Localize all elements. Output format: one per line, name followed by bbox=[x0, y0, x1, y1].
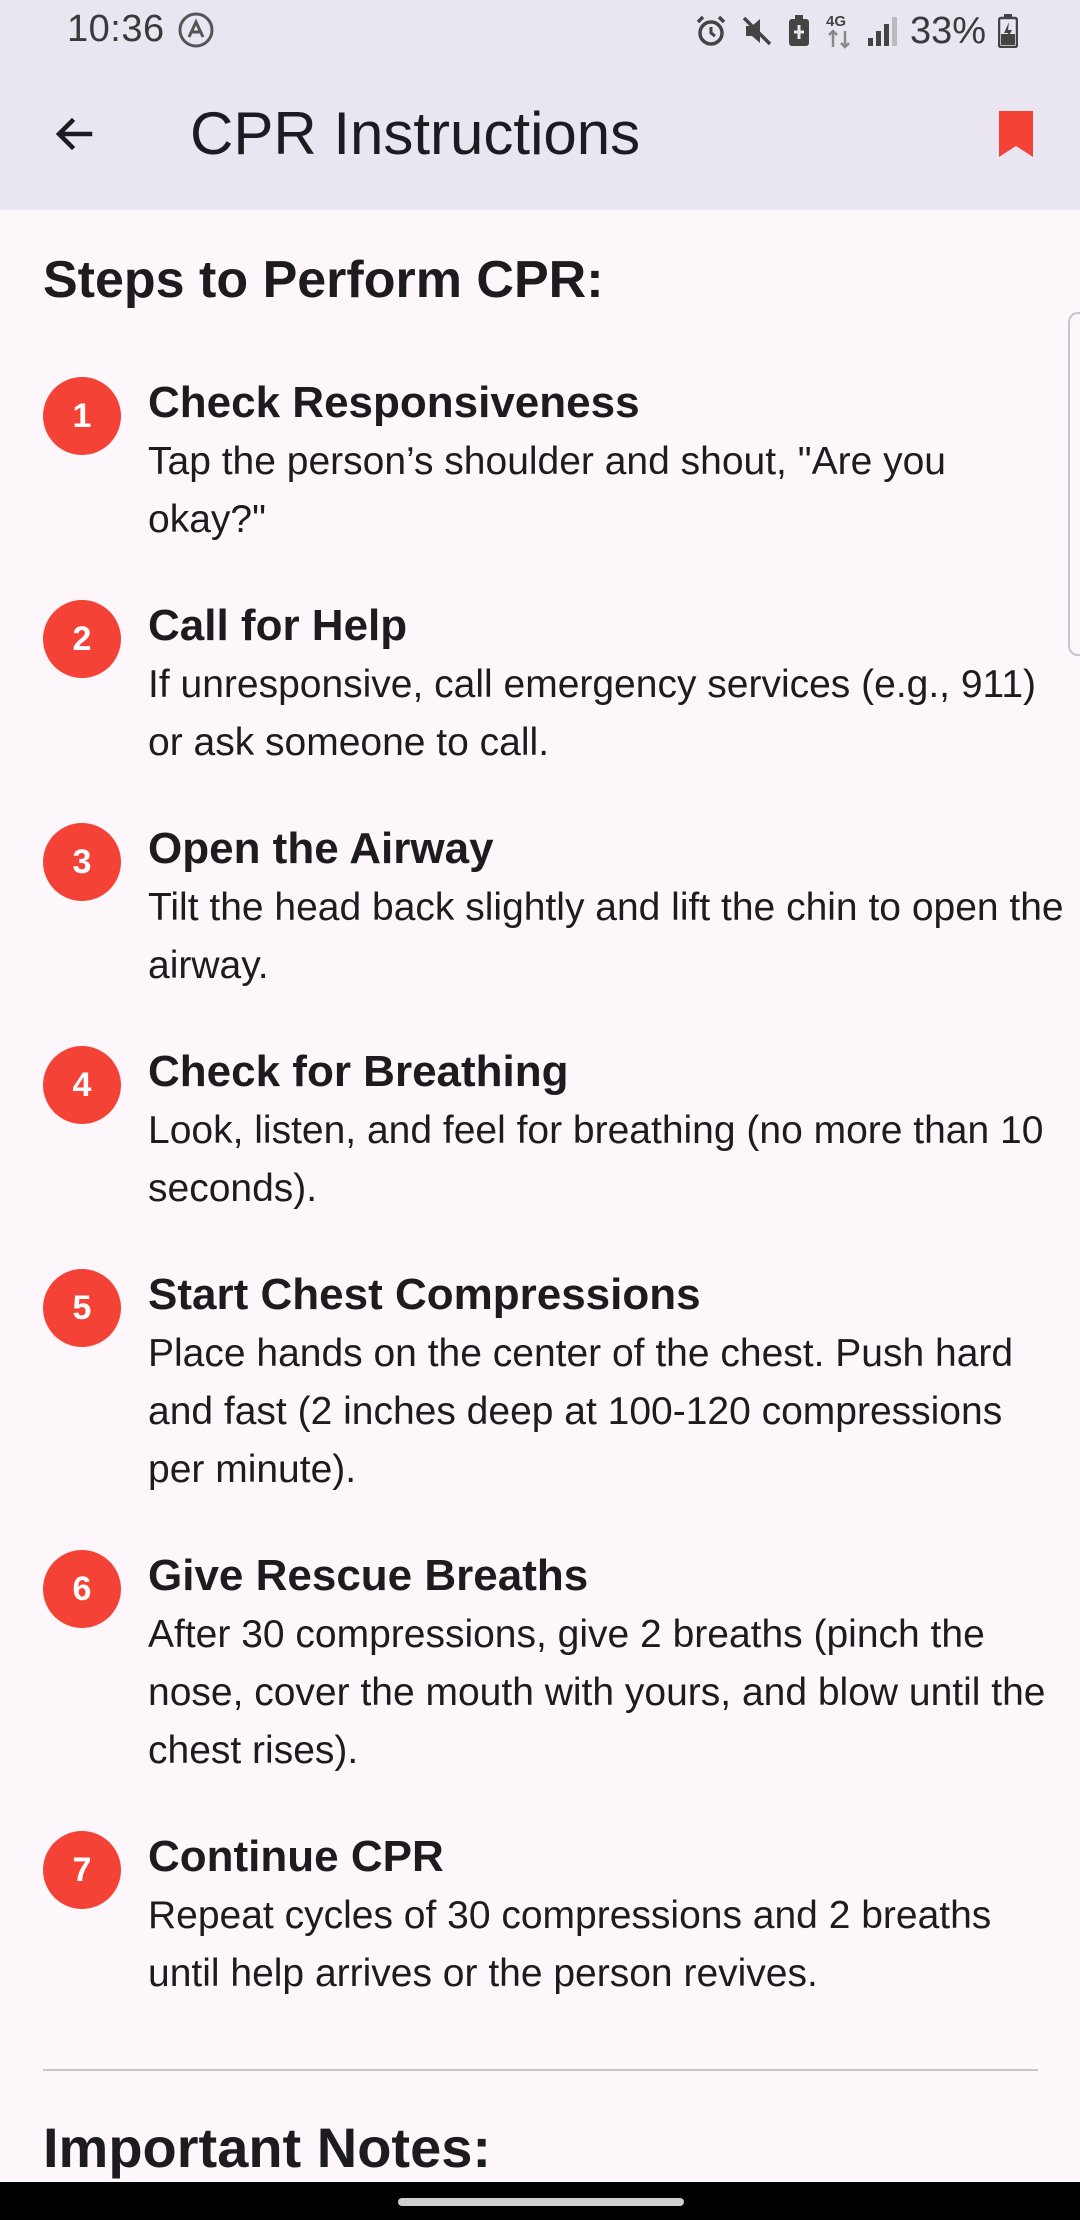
step-number-badge: 2 bbox=[43, 600, 121, 678]
navigation-bar bbox=[0, 2182, 1080, 2220]
status-time: 10:36 bbox=[67, 8, 165, 50]
back-button[interactable] bbox=[36, 96, 112, 172]
step-number-badge: 7 bbox=[43, 1831, 121, 1909]
battery-icon bbox=[998, 14, 1018, 48]
step-number-badge: 5 bbox=[43, 1269, 121, 1347]
svg-text:4G: 4G bbox=[826, 13, 846, 30]
notes-heading: Important Notes: bbox=[43, 2116, 491, 2179]
step-description: Look, listen, and feel for breathing (no… bbox=[148, 1109, 1044, 1210]
signal-icon bbox=[866, 14, 898, 48]
step-description: Repeat cycles of 30 compressions and 2 b… bbox=[148, 1894, 992, 1995]
mute-icon bbox=[740, 14, 774, 48]
step-number-badge: 4 bbox=[43, 1046, 121, 1124]
accessibility-icon bbox=[178, 12, 214, 48]
step-description: Tap the person’s shoulder and shout, "Ar… bbox=[148, 440, 946, 541]
arrow-back-icon bbox=[55, 117, 93, 151]
step-description: After 30 compressions, give 2 breaths (p… bbox=[148, 1613, 1046, 1772]
home-indicator[interactable] bbox=[398, 2198, 684, 2206]
step-title: Check Responsiveness bbox=[148, 378, 640, 427]
scrollbar-thumb[interactable] bbox=[1068, 312, 1080, 656]
steps-heading: Steps to Perform CPR: bbox=[43, 251, 604, 309]
step-number-badge: 1 bbox=[43, 377, 121, 455]
step-title: Check for Breathing bbox=[148, 1047, 569, 1096]
section-divider bbox=[43, 2069, 1038, 2071]
status-icons: 4G 33% bbox=[694, 10, 1018, 52]
step-title: Open the Airway bbox=[148, 824, 494, 873]
step-title: Call for Help bbox=[148, 601, 408, 650]
bookmark-icon bbox=[999, 111, 1033, 157]
step-number-badge: 3 bbox=[43, 823, 121, 901]
step-description: Place hands on the center of the chest. … bbox=[148, 1332, 1014, 1491]
page-title: CPR Instructions bbox=[190, 100, 641, 167]
screen: 10:36 4G 33% CPR Instructions Steps to P… bbox=[0, 0, 1080, 2220]
instructions-content[interactable]: Steps to Perform CPR: 1 Check Responsive… bbox=[0, 210, 1080, 2182]
step-number-badge: 6 bbox=[43, 1550, 121, 1628]
battery-saver-icon bbox=[786, 14, 812, 48]
step-title: Give Rescue Breaths bbox=[148, 1551, 589, 1600]
top-bar: 10:36 4G 33% CPR Instructions bbox=[0, 0, 1080, 210]
bookmark-button[interactable] bbox=[978, 96, 1054, 172]
step-description: Tilt the head back slightly and lift the… bbox=[148, 886, 1064, 987]
step-description: If unresponsive, call emergency services… bbox=[148, 663, 1037, 764]
alarm-icon bbox=[694, 14, 728, 48]
data-arrows-icon: 4G bbox=[824, 11, 854, 51]
step-title: Start Chest Compressions bbox=[148, 1270, 701, 1319]
battery-percent: 33% bbox=[909, 9, 986, 52]
status-bar: 10:36 4G 33% bbox=[0, 0, 1080, 62]
app-bar: CPR Instructions bbox=[0, 62, 1080, 210]
step-title: Continue CPR bbox=[148, 1832, 444, 1881]
